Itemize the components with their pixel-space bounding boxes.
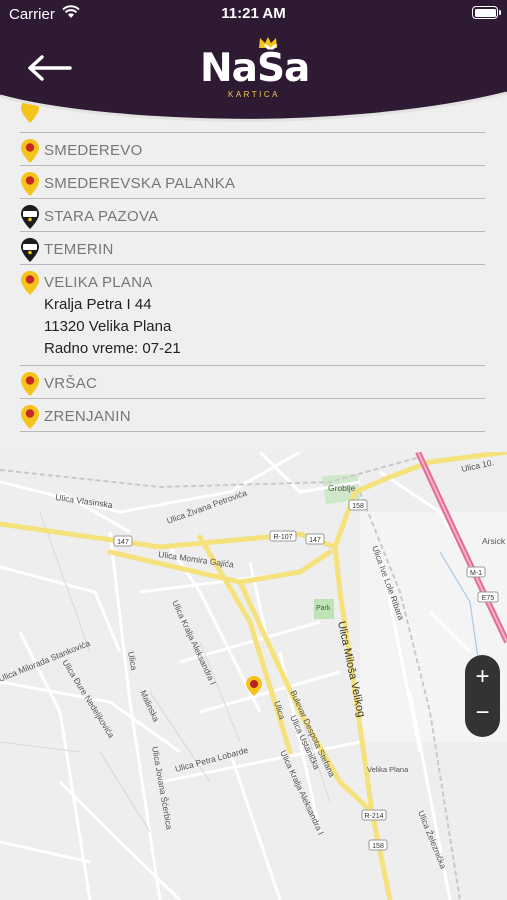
store-list[interactable]: SMEDEREVO SMEDEREVSKA PALANKA STARA PAZOVA… bbox=[0, 99, 507, 450]
store-name: VELIKA PLANA bbox=[44, 274, 153, 291]
app-header: Carrier 11:21 AM NaŠa KARTICA bbox=[0, 0, 507, 125]
location-pin-icon bbox=[21, 372, 39, 396]
svg-text:R-107: R-107 bbox=[273, 534, 292, 541]
store-address: Kralja Petra I 44 bbox=[44, 296, 152, 313]
store-name: ZRENJANIN bbox=[44, 408, 131, 425]
svg-text:M-1: M-1 bbox=[470, 570, 482, 577]
label-velika-plana: Velika Plana bbox=[367, 765, 409, 774]
map-canvas[interactable]: R-107 147 147 158 158 R-214 M-1 E75 Ulic… bbox=[0, 452, 507, 900]
road-badge-147a: 147 bbox=[113, 535, 133, 547]
store-name: STARA PAZOVA bbox=[44, 208, 159, 225]
store-map[interactable]: R-107 147 147 158 158 R-214 M-1 E75 Ulic… bbox=[0, 452, 507, 900]
label-park: Park bbox=[316, 605, 331, 612]
svg-text:147: 147 bbox=[117, 539, 129, 546]
clock-time: 11:21 AM bbox=[221, 5, 286, 22]
road-badge-158a: 158 bbox=[348, 499, 368, 511]
zoom-out-button[interactable]: − bbox=[465, 695, 500, 733]
label-arsick: Arsick bbox=[482, 536, 506, 546]
status-bar: Carrier 11:21 AM bbox=[0, 0, 507, 28]
location-pin-icon bbox=[21, 238, 39, 262]
store-list-item[interactable]: VRŠAC bbox=[20, 366, 485, 399]
location-pin-icon bbox=[21, 172, 39, 196]
svg-text:E75: E75 bbox=[482, 595, 495, 602]
road-badge-158b: 158 bbox=[368, 839, 388, 851]
battery-icon bbox=[472, 6, 501, 19]
app-screen: R-107 147 147 158 158 R-214 M-1 E75 Ulic… bbox=[0, 0, 507, 900]
logo-text: NaŠa bbox=[200, 46, 310, 91]
zoom-in-button[interactable]: + bbox=[465, 659, 500, 697]
road-badge-r214a: R-214 bbox=[361, 809, 387, 821]
location-pin-icon bbox=[21, 271, 39, 295]
store-list-item[interactable]: VELIKA PLANA Kralja Petra I 44 11320 Velik… bbox=[20, 265, 485, 366]
road-badge-e75: E75 bbox=[477, 591, 499, 603]
store-list-item[interactable]: SMEDEREVO bbox=[20, 133, 485, 166]
road-badge-m1: M-1 bbox=[466, 566, 486, 578]
store-list-item[interactable]: SMEDEREVSKA PALANKA bbox=[20, 166, 485, 199]
store-list-item[interactable]: ZRENJANIN bbox=[20, 399, 485, 432]
svg-text:R-214: R-214 bbox=[364, 813, 383, 820]
store-list-item[interactable]: TEMERIN bbox=[20, 232, 485, 265]
road-badge-147b: 147 bbox=[305, 533, 325, 545]
logo-subtext: KARTICA bbox=[227, 90, 281, 99]
store-name: SMEDEREVO bbox=[44, 142, 143, 159]
road-badge-r107: R-107 bbox=[269, 530, 297, 542]
location-pin-icon bbox=[21, 139, 39, 163]
store-name: VRŠAC bbox=[44, 375, 98, 392]
store-name: TEMERIN bbox=[44, 241, 114, 258]
store-name: SMEDEREVSKA PALANKA bbox=[44, 175, 236, 192]
svg-text:158: 158 bbox=[352, 503, 364, 510]
back-arrow-icon[interactable] bbox=[22, 50, 78, 86]
store-city: 11320 Velika Plana bbox=[44, 318, 172, 335]
store-hours: Radno vreme: 07-21 bbox=[44, 340, 181, 357]
zoom-controls: + − bbox=[465, 655, 500, 737]
nasa-kartica-logo: NaŠa KARTICA bbox=[196, 34, 312, 104]
svg-text:147: 147 bbox=[309, 537, 321, 544]
location-pin-icon bbox=[21, 405, 39, 429]
store-list-item[interactable]: STARA PAZOVA bbox=[20, 199, 485, 232]
label-groblje: Groblje bbox=[328, 483, 356, 493]
svg-text:158: 158 bbox=[372, 843, 384, 850]
location-pin-icon bbox=[21, 205, 39, 229]
